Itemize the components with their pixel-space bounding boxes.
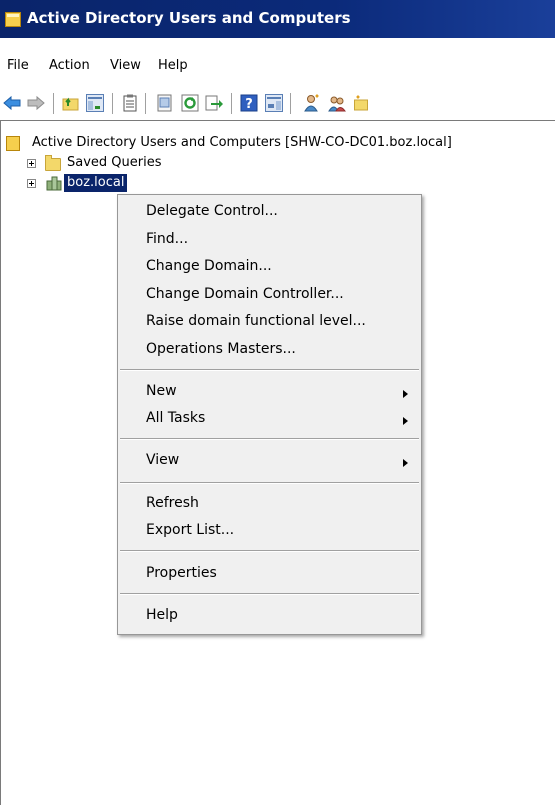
menu-item-new[interactable]: New bbox=[146, 383, 177, 399]
menu-separator bbox=[120, 593, 419, 595]
menu-item-export-list[interactable]: Export List... bbox=[146, 522, 234, 538]
menu-item-find[interactable]: Find... bbox=[146, 231, 188, 247]
menu-action[interactable]: Action bbox=[49, 58, 90, 73]
menu-item-operations-masters[interactable]: Operations Masters... bbox=[146, 341, 296, 357]
menu-item-refresh[interactable]: Refresh bbox=[146, 495, 199, 511]
app-icon bbox=[5, 12, 21, 27]
toolbar: ? bbox=[0, 86, 555, 118]
menu-item-delegate-control[interactable]: Delegate Control... bbox=[146, 203, 278, 219]
menu-item-view[interactable]: View bbox=[146, 452, 179, 468]
menu-item-change-domain[interactable]: Change Domain... bbox=[146, 258, 272, 274]
context-menu: Delegate Control... Find... Change Domai… bbox=[117, 194, 422, 635]
toolbar-separator bbox=[290, 93, 291, 114]
tree-node-label-selected: boz.local bbox=[64, 174, 128, 192]
menu-separator bbox=[120, 438, 419, 440]
expand-icon[interactable] bbox=[27, 179, 36, 188]
show-hide-tree-icon[interactable] bbox=[86, 94, 104, 112]
back-icon[interactable] bbox=[3, 94, 21, 112]
menu-help[interactable]: Help bbox=[158, 58, 188, 73]
menu-view[interactable]: View bbox=[110, 58, 141, 73]
menu-item-properties[interactable]: Properties bbox=[146, 565, 217, 581]
export-arrow-icon[interactable] bbox=[205, 94, 223, 112]
menu-file[interactable]: File bbox=[7, 58, 29, 73]
menu-item-raise-domain-functional-level[interactable]: Raise domain functional level... bbox=[146, 313, 366, 329]
menu-separator bbox=[120, 482, 419, 484]
create-user-icon[interactable] bbox=[303, 94, 321, 112]
tree-node-label: Saved Queries bbox=[67, 155, 162, 170]
forward-icon[interactable] bbox=[27, 94, 45, 112]
window-titlebar[interactable]: Active Directory Users and Computers bbox=[0, 0, 555, 38]
submenu-arrow-icon bbox=[403, 459, 408, 467]
menu-separator bbox=[120, 550, 419, 552]
menu-item-all-tasks[interactable]: All Tasks bbox=[146, 410, 205, 426]
expand-icon[interactable] bbox=[27, 159, 36, 168]
tree-root-label: Active Directory Users and Computers [SH… bbox=[32, 135, 452, 150]
svg-text:?: ? bbox=[245, 97, 253, 112]
menu-item-help[interactable]: Help bbox=[146, 607, 178, 623]
create-group-icon[interactable] bbox=[328, 94, 346, 112]
toolbar-separator bbox=[145, 93, 146, 114]
export-list-icon[interactable] bbox=[156, 94, 174, 112]
submenu-arrow-icon bbox=[403, 390, 408, 398]
help-icon[interactable]: ? bbox=[240, 94, 258, 112]
menu-item-change-domain-controller[interactable]: Change Domain Controller... bbox=[146, 286, 344, 302]
menu-bar: File Action View Help bbox=[0, 50, 555, 80]
refresh-icon[interactable] bbox=[181, 94, 199, 112]
menu-separator bbox=[120, 369, 419, 371]
show-hide-action-pane-icon[interactable] bbox=[265, 94, 283, 112]
toolbar-separator bbox=[231, 93, 232, 114]
window-title: Active Directory Users and Computers bbox=[27, 9, 351, 27]
submenu-arrow-icon bbox=[403, 417, 408, 425]
toolbar-separator bbox=[53, 93, 54, 114]
toolbar-separator bbox=[112, 93, 113, 114]
domain-icon bbox=[46, 176, 62, 191]
up-folder-icon[interactable] bbox=[62, 94, 80, 112]
snapin-icon bbox=[6, 136, 20, 151]
create-ou-icon[interactable] bbox=[354, 94, 368, 112]
folder-icon bbox=[45, 155, 61, 171]
properties-icon[interactable] bbox=[121, 94, 139, 112]
